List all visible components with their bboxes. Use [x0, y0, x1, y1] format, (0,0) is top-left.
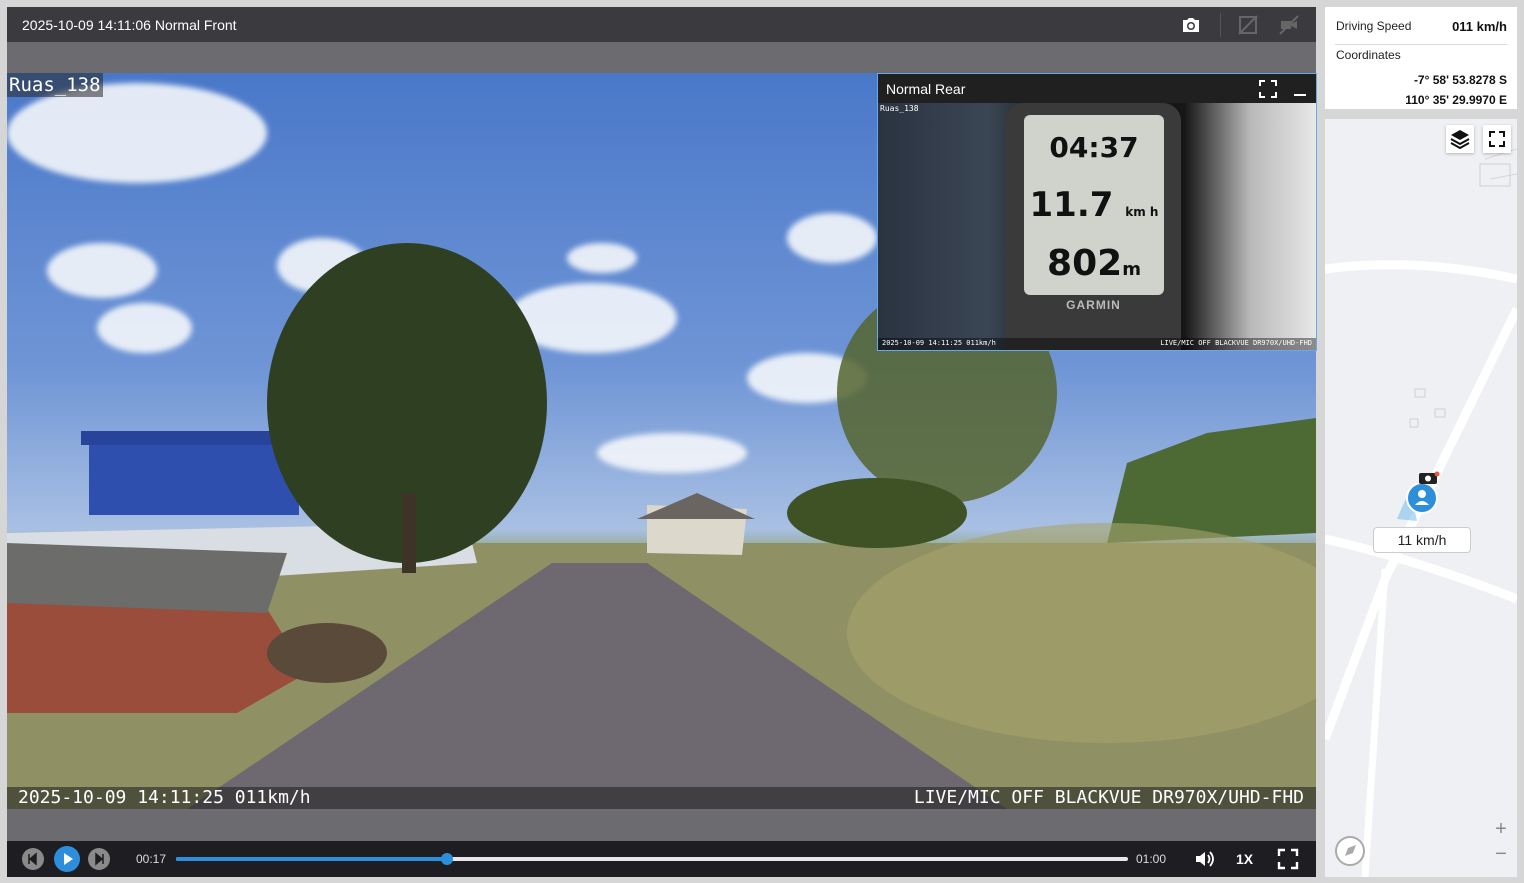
- map-panel[interactable]: 11 km/h + −: [1325, 119, 1517, 877]
- zoom-out-button[interactable]: −: [1491, 842, 1511, 867]
- gps-device-screen: 04:37 11.7 km h 802m: [1024, 115, 1164, 295]
- gps-speed-value: 11.7: [1029, 185, 1114, 225]
- previous-button[interactable]: [22, 848, 44, 870]
- driving-speed-label: Driving Speed: [1336, 19, 1412, 33]
- player-top-bar: 2025-10-09 14:11:06 Normal Front: [7, 7, 1316, 42]
- compass-icon: [1335, 836, 1365, 866]
- camera-icon[interactable]: [1179, 13, 1203, 37]
- rear-camera-pip[interactable]: Normal Rear 04:37 11.7 km h 802m GARMIN …: [877, 73, 1317, 351]
- coordinates-label: Coordinates: [1336, 48, 1401, 62]
- fullscreen-icon: [1489, 131, 1505, 147]
- layers-icon: [1450, 130, 1470, 150]
- video-player: 2025-10-09 14:11:06 Normal Front Ruas_13…: [7, 7, 1317, 877]
- gps-distance: 802m: [1024, 243, 1164, 284]
- longitude-value: 110° 35' 29.9970 E: [1405, 93, 1507, 107]
- fullscreen-icon[interactable]: [1277, 848, 1299, 875]
- minimize-icon[interactable]: [1292, 79, 1308, 104]
- skip-forward-icon: [95, 852, 104, 866]
- gps-device: 04:37 11.7 km h 802m GARMIN: [1006, 103, 1181, 350]
- divider: [1335, 44, 1507, 45]
- trip-info-panel: Driving Speed 011 km/h Coordinates -7° 5…: [1325, 7, 1517, 109]
- current-time: 00:17: [136, 852, 167, 866]
- camera-label: Ruas_138: [7, 73, 103, 97]
- compass-button[interactable]: [1334, 835, 1366, 872]
- pip-header: Normal Rear: [878, 74, 1316, 103]
- zoom-in-button[interactable]: +: [1491, 817, 1511, 842]
- pip-timestamp: 2025-10-09 14:11:25 011km/h: [882, 339, 996, 347]
- latitude-value: -7° 58' 53.8278 S: [1413, 73, 1507, 87]
- pip-title: Normal Rear: [886, 81, 966, 97]
- hide-overlay-icon[interactable]: [1236, 13, 1260, 37]
- total-time: 01:00: [1136, 852, 1167, 866]
- topbar-divider: [1220, 13, 1221, 37]
- video-timestamp: 2025-10-09 14:11:25 011km/h: [18, 787, 311, 808]
- gps-brand: GARMIN: [1066, 298, 1121, 312]
- gps-speed: 11.7 km h: [1024, 185, 1164, 225]
- video-stamp-bar: 2025-10-09 14:11:25 011km/h LIVE/MIC OFF…: [7, 787, 1316, 809]
- video-title: 2025-10-09 14:11:06 Normal Front: [22, 17, 237, 33]
- progress-bar[interactable]: [176, 853, 1128, 865]
- expand-icon[interactable]: [1258, 79, 1278, 104]
- layers-button[interactable]: [1446, 125, 1474, 153]
- play-icon: [64, 853, 73, 865]
- gps-distance-unit: m: [1122, 259, 1141, 280]
- zoom-controls: + −: [1491, 817, 1511, 867]
- gps-speed-unit: km h: [1125, 205, 1159, 219]
- volume-icon[interactable]: [1193, 848, 1215, 875]
- rear-camera-video: 04:37 11.7 km h 802m GARMIN: [878, 103, 1316, 350]
- mute-camera-icon[interactable]: [1277, 13, 1301, 37]
- pip-camera-label: Ruas_138: [880, 104, 919, 113]
- playback-controls: 00:17 01:00 1X: [7, 841, 1316, 877]
- video-device-info: LIVE/MIC OFF BLACKVUE DR970X/UHD-FHD: [913, 787, 1304, 808]
- map-fullscreen-button[interactable]: [1483, 125, 1511, 153]
- playback-rate-button[interactable]: 1X: [1236, 851, 1253, 867]
- gps-time: 04:37: [1049, 131, 1139, 164]
- driving-speed-value: 011 km/h: [1452, 19, 1507, 34]
- progress-handle[interactable]: [441, 853, 454, 865]
- pip-device-info: LIVE/MIC OFF BLACKVUE DR970X/UHD-FHD: [1160, 339, 1312, 347]
- next-button[interactable]: [88, 848, 110, 870]
- gps-distance-value: 802: [1047, 243, 1123, 284]
- pip-stamp-bar: 2025-10-09 14:11:25 011km/h LIVE/MIC OFF…: [878, 338, 1316, 350]
- skip-back-icon: [28, 852, 37, 866]
- play-button[interactable]: [54, 846, 80, 872]
- progress-fill: [176, 857, 448, 861]
- dashcam-badge-icon: [1418, 471, 1440, 490]
- map-speed-tag: 11 km/h: [1373, 527, 1471, 553]
